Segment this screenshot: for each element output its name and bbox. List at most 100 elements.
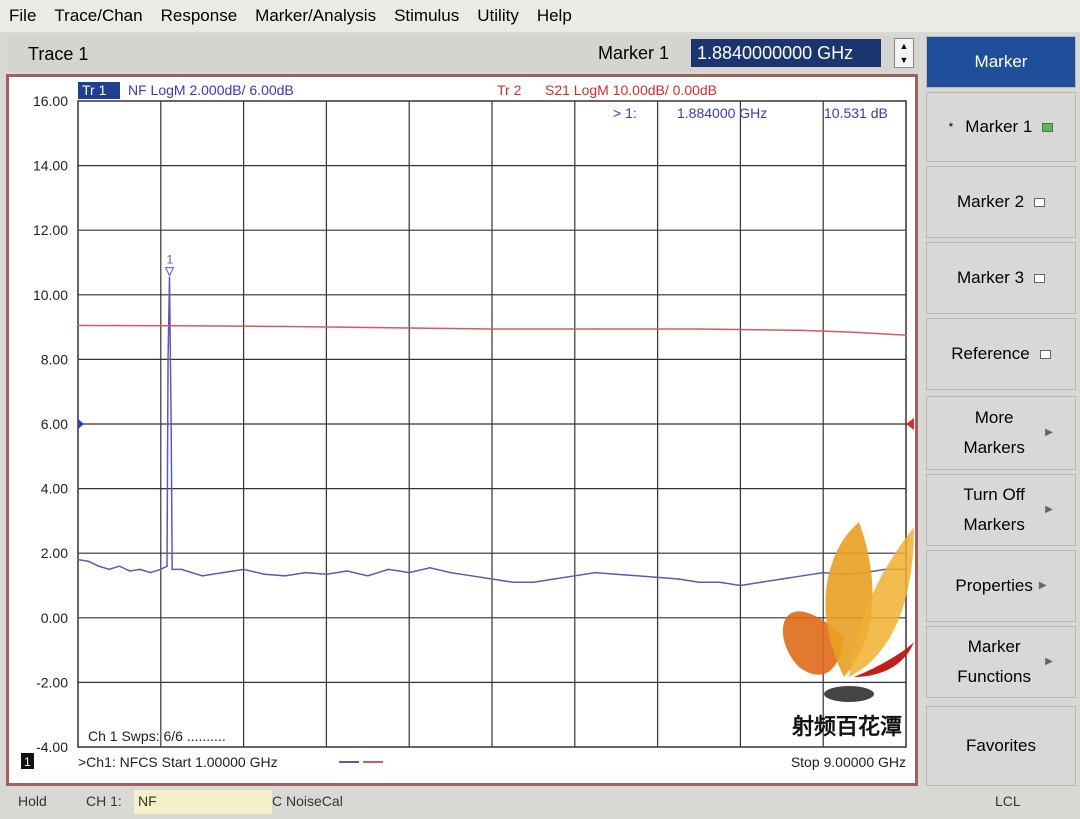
start-frequency: >Ch1: NFCS Start 1.00000 GHz (78, 754, 278, 770)
y-tick-label: 8.00 (41, 351, 68, 367)
marker-label: Marker 1 (598, 43, 670, 63)
tr1-point (304, 571, 307, 574)
softkey-label: Marker 1 (965, 117, 1033, 136)
tr2-point (180, 325, 183, 327)
arrow-right-icon: ▶ (1045, 427, 1053, 438)
tr1-point (470, 575, 473, 577)
menu-file[interactable]: File (0, 6, 45, 26)
tr1-point (118, 565, 121, 567)
softkey-marker[interactable]: Marker (926, 36, 1076, 88)
status-channel: CH 1: (86, 793, 122, 809)
tr1-point (760, 581, 762, 584)
menu-trace-chan[interactable]: Trace/Chan (45, 6, 151, 26)
y-tick-label: 14.00 (33, 158, 68, 174)
softkey-label: Favorites (966, 736, 1036, 755)
tr1-point (325, 573, 328, 575)
status-cal: C NoiseCal (272, 793, 343, 809)
marker-spinner[interactable]: ▲ ▼ (894, 38, 914, 68)
softkey-label: Marker (974, 52, 1028, 71)
softkey-properties[interactable]: Properties ▶ (926, 550, 1076, 622)
tr1-point (167, 358, 169, 361)
tr1-point (139, 568, 141, 571)
indicator-icon (1034, 197, 1046, 207)
softkey-label: Marker 3 (956, 268, 1025, 287)
softkey-label: Properties (955, 576, 1033, 595)
tr1-point (166, 565, 168, 567)
tr1-point (77, 558, 79, 561)
softkey-marker-2[interactable]: Marker 2 (926, 166, 1076, 238)
tr1-point (128, 570, 131, 572)
marker-readout-value: 10.531 dB (824, 105, 888, 121)
tr1-point (429, 566, 431, 569)
active-asterisk: * (948, 120, 954, 134)
trace-toolbar: Trace 1 Marker 1 1.8840000000 GHz ▲ ▼ (8, 36, 920, 72)
marker-1-number: 1 (166, 253, 173, 267)
tr1-point (491, 578, 493, 580)
tr1-point (263, 573, 266, 575)
tr1-point (594, 571, 597, 574)
tr1-point (149, 571, 152, 574)
tr2-label: Tr 2 (497, 82, 522, 98)
softkey-turn-off-markers[interactable]: Turn Off Markers ▶ (926, 474, 1076, 546)
tr2-desc: S21 LogM 10.00dB/ 0.00dB (545, 82, 717, 98)
tr1-point (698, 581, 700, 584)
tr1-point (781, 578, 783, 580)
trace-label: Trace 1 (28, 44, 89, 64)
indicator-icon (1042, 122, 1054, 132)
y-tick-label: 6.00 (41, 416, 68, 432)
tr1-point (160, 568, 162, 571)
channel-info: Ch 1 Swps: 6/6 .......... (88, 728, 226, 744)
tr1-point (170, 423, 172, 425)
tr1-point (171, 568, 173, 571)
tr1-point (408, 571, 411, 574)
tr1-point (449, 571, 452, 574)
tr1-point (532, 581, 535, 584)
softkey-marker-1[interactable]: * Marker 1 (926, 92, 1076, 162)
tr1-point (168, 276, 171, 279)
tr2-point (698, 328, 700, 330)
softkey-more-markers[interactable]: More Markers ▶ (926, 396, 1076, 470)
menu-bar: File Trace/Chan Response Marker/Analysis… (0, 0, 1080, 32)
tr1-point (511, 581, 514, 584)
softkey-label: Marker Functions (957, 637, 1031, 686)
status-lcl: LCL (995, 793, 1021, 809)
tr1-point (574, 575, 576, 577)
indicator-icon (1034, 273, 1046, 283)
softkey-reference[interactable]: Reference (926, 318, 1076, 390)
menu-marker-analysis[interactable]: Marker/Analysis (246, 6, 385, 26)
tr1-desc: NF LogM 2.000dB/ 6.00dB (128, 82, 294, 98)
softkey-marker-3[interactable]: Marker 3 (926, 242, 1076, 314)
tr1-label: Tr 1 (82, 82, 107, 98)
tr2-point (77, 324, 79, 327)
menu-response[interactable]: Response (152, 6, 247, 26)
softkey-label: Turn Off Markers (963, 485, 1025, 534)
y-tick-label: 4.00 (41, 481, 68, 497)
tr1-point (346, 570, 348, 572)
marker-readout-id: > 1: (613, 105, 637, 121)
softkey-marker-functions[interactable]: Marker Functions ▶ (926, 626, 1076, 698)
tr1-point (180, 568, 183, 571)
status-hold: Hold (18, 793, 47, 809)
plot-window: 16.00 14.00 12.00 10.00 8.00 6.00 4.00 2.00 0.00… (6, 74, 918, 786)
tr1-point (801, 575, 804, 577)
menu-help[interactable]: Help (528, 6, 581, 26)
tr1-point (108, 568, 110, 571)
channel-number: 1 (24, 755, 31, 769)
menu-stimulus[interactable]: Stimulus (385, 6, 468, 26)
y-tick-label: 16.00 (33, 93, 68, 109)
tr2-point (387, 326, 390, 329)
tr2-point (491, 328, 493, 330)
watermark-text: 射频百花潭 (791, 714, 902, 739)
tr1-point (677, 578, 680, 580)
tr1-point (615, 573, 617, 575)
marker-frequency-input[interactable]: 1.8840000000 GHz (691, 39, 881, 67)
tr1-point (387, 568, 390, 571)
tr1-point (87, 560, 90, 563)
marker-readout-freq: 1.884000 GHz (677, 105, 767, 121)
stop-frequency: Stop 9.00000 GHz (791, 754, 906, 770)
softkey-favorites[interactable]: Favorites (926, 706, 1076, 786)
tr1-point (739, 584, 742, 587)
tr1-point (636, 575, 638, 577)
softkey-label: Reference (951, 344, 1030, 363)
menu-utility[interactable]: Utility (468, 6, 528, 26)
